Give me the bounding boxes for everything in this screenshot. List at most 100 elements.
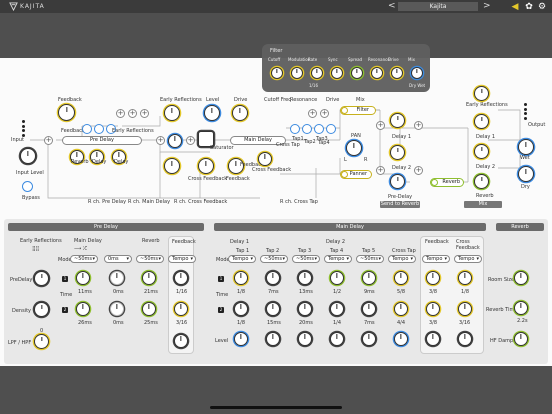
input-level-knob[interactable]	[20, 148, 36, 164]
cross-feedback-knob-2[interactable]	[198, 158, 214, 174]
md-crossfb-knob-2[interactable]	[458, 302, 472, 316]
pd-fb-knob-1[interactable]	[174, 271, 188, 285]
home-indicator[interactable]	[210, 406, 342, 409]
density-knob[interactable]	[34, 302, 49, 317]
prev-preset-button[interactable]: <	[388, 1, 396, 11]
md-mode-tap3[interactable]: ~50ms	[292, 255, 320, 263]
mute-icon[interactable]: ◀	[510, 2, 520, 12]
md-tap1-level-knob[interactable]	[234, 332, 248, 346]
reverb-enable-toggle[interactable]	[431, 179, 438, 186]
md-crossfb-knob-3[interactable]	[458, 332, 472, 346]
room-size-knob[interactable]	[514, 271, 528, 285]
pre-delay-send-knob[interactable]	[390, 174, 405, 189]
md-crosstap-time-knob[interactable]	[394, 271, 408, 285]
cross-feedback-knob-3[interactable]	[258, 152, 272, 166]
md-tap2-time-knob[interactable]	[266, 271, 280, 285]
pd-fb-knob-2[interactable]	[174, 302, 188, 316]
pd-mode-main-dropdown[interactable]: ~50ms	[70, 255, 98, 263]
er-tap-2[interactable]	[94, 124, 104, 134]
palette-icon[interactable]: ✿	[524, 2, 534, 12]
pd-time-btn-1[interactable]: 1	[62, 276, 68, 282]
md-fb-knob-2[interactable]	[426, 302, 440, 316]
popup-param-knob[interactable]	[371, 67, 383, 79]
pd-main-time-knob[interactable]	[76, 271, 90, 285]
level-knob[interactable]	[204, 105, 220, 121]
delay2-knob[interactable]	[390, 145, 405, 160]
er-level-knob[interactable]	[164, 105, 180, 121]
er-tap-1[interactable]	[82, 124, 92, 134]
pan-knob[interactable]	[346, 140, 362, 156]
popup-param-knob[interactable]	[351, 67, 363, 79]
md-mode-tap2[interactable]: ~50ms	[260, 255, 288, 263]
md-crosstap-level-knob[interactable]	[394, 332, 408, 346]
md-tap5-time2-knob[interactable]	[362, 302, 376, 316]
popup-param-knob[interactable]	[311, 67, 323, 79]
lpf-hpf-knob[interactable]	[34, 334, 49, 349]
pd-time-btn-2[interactable]: 2	[62, 307, 68, 313]
pd-main-time2-knob[interactable]	[76, 302, 90, 316]
tap-1[interactable]	[290, 124, 300, 134]
predelay-knob[interactable]	[34, 271, 49, 286]
pd-rev-time-knob[interactable]	[142, 271, 156, 285]
delay2-output-knob[interactable]	[474, 144, 489, 159]
delay1-knob[interactable]	[390, 113, 405, 128]
popup-param-knob[interactable]	[271, 67, 283, 79]
pd-cross-time2-knob[interactable]	[110, 302, 124, 316]
md-tap2-level-knob[interactable]	[266, 332, 280, 346]
md-tap5-level-knob[interactable]	[362, 332, 376, 346]
md-time-btn-2[interactable]: 2	[218, 307, 224, 313]
md-mode-tap5[interactable]: ~50ms	[356, 255, 384, 263]
pd-mode-cross-dropdown[interactable]: 0ms	[104, 255, 132, 263]
pd-rev-time2-knob[interactable]	[142, 302, 156, 316]
md-tap4-level-knob[interactable]	[330, 332, 344, 346]
er-output-knob[interactable]	[474, 86, 489, 101]
pd-cross-time-knob[interactable]	[110, 271, 124, 285]
md-tap2-time2-knob[interactable]	[266, 302, 280, 316]
md-tap1-time-knob[interactable]	[234, 271, 248, 285]
pd-fb-knob-3[interactable]	[174, 334, 188, 348]
md-mode-crossfb[interactable]: Tempo	[454, 255, 482, 263]
bypass-toggle[interactable]	[22, 181, 33, 192]
md-time-btn-1[interactable]: 1	[218, 276, 224, 282]
panner-enable-toggle[interactable]	[341, 171, 348, 178]
md-mode-fb[interactable]: Tempo	[422, 255, 450, 263]
md-mode-tap1[interactable]: Tempo	[228, 255, 256, 263]
next-preset-button[interactable]: >	[483, 1, 491, 11]
md-tap3-time2-knob[interactable]	[298, 302, 312, 316]
preset-name-field[interactable]: Kajita	[398, 2, 478, 11]
dry-knob[interactable]	[518, 166, 534, 182]
popup-param-knob[interactable]	[391, 67, 403, 79]
md-crosstap-time2-knob[interactable]	[394, 302, 408, 316]
md-tap5-time-knob[interactable]	[362, 271, 376, 285]
tap-2[interactable]	[302, 124, 312, 134]
popup-param-knob[interactable]	[291, 67, 303, 79]
md-tap1-time2-knob[interactable]	[234, 302, 248, 316]
popup-param-knob[interactable]	[411, 67, 423, 79]
pd-mode-fb-dropdown[interactable]: Tempo	[168, 255, 196, 263]
md-tap4-time-knob[interactable]	[330, 271, 344, 285]
reverb-time-knob[interactable]	[514, 301, 528, 315]
md-fb-knob-1[interactable]	[426, 271, 440, 285]
drive-knob[interactable]	[232, 105, 248, 121]
settings-icon[interactable]: ⚙	[537, 2, 547, 12]
md-mode-tap4[interactable]: Tempo	[324, 255, 352, 263]
reverb-output-knob[interactable]	[474, 174, 489, 189]
er-feedback-knob[interactable]	[58, 104, 75, 121]
cross-feedback-knob[interactable]	[164, 158, 180, 174]
filter-enable-toggle[interactable]	[341, 107, 348, 114]
delay1-output-knob[interactable]	[474, 114, 489, 129]
md-mode-crosstap[interactable]: Tempo	[388, 255, 416, 263]
popup-param-knob[interactable]	[331, 67, 343, 79]
md-tap3-level-knob[interactable]	[298, 332, 312, 346]
tap-4[interactable]	[326, 124, 336, 134]
md-tap3-time-knob[interactable]	[298, 271, 312, 285]
pre-level-knob[interactable]	[168, 134, 182, 148]
hf-damp-knob[interactable]	[514, 332, 528, 346]
md-fb-knob-3[interactable]	[426, 332, 440, 346]
pre-delay-block[interactable]: Pre Delay	[62, 136, 142, 145]
tap-3[interactable]	[314, 124, 324, 134]
wet-knob[interactable]	[518, 139, 534, 155]
md-tap4-time2-knob[interactable]	[330, 302, 344, 316]
md-crossfb-knob-1[interactable]	[458, 271, 472, 285]
pd-mode-rev-dropdown[interactable]: ~50ms	[136, 255, 164, 263]
